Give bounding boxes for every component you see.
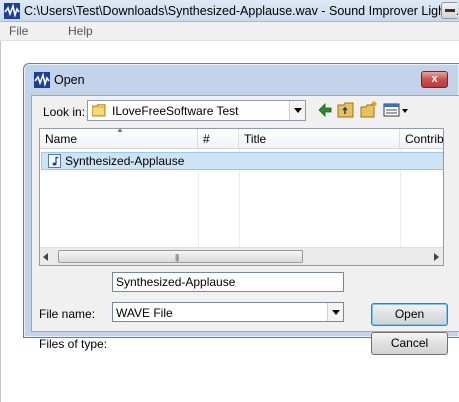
close-icon: x: [431, 73, 438, 85]
up-folder-icon[interactable]: [337, 101, 355, 119]
new-folder-icon[interactable]: [360, 101, 378, 119]
window-title: C:\Users\Test\Downloads\Synthesized-Appl…: [24, 4, 459, 18]
file-row[interactable]: Synthesized-Applause: [41, 152, 443, 170]
horizontal-scrollbar[interactable]: |||: [40, 247, 443, 265]
chevron-down-icon[interactable]: [289, 101, 305, 120]
open-dialog: Open x Look in: ILoveFreeSoftware Test N…: [23, 63, 459, 355]
look-in-value: ILoveFreeSoftware Test: [112, 104, 239, 118]
column-label: #: [203, 132, 210, 146]
file-type-label: Files of type:: [39, 337, 108, 351]
look-in-dropdown[interactable]: ILoveFreeSoftware Test: [87, 100, 306, 121]
waveform-app-icon: [4, 3, 20, 19]
close-button[interactable]: x: [421, 71, 448, 88]
scroll-thumb[interactable]: |||: [58, 250, 303, 263]
file-name-input[interactable]: [113, 273, 343, 291]
file-type-value: WAVE File: [116, 306, 173, 320]
column-header-contributing[interactable]: Contribu: [400, 129, 444, 149]
open-button[interactable]: Open: [371, 303, 448, 326]
folder-icon: [92, 104, 106, 117]
grip-icon: |||: [175, 253, 179, 262]
column-label: Name: [45, 132, 78, 146]
file-type-dropdown[interactable]: WAVE File: [112, 302, 344, 322]
audio-file-icon: [48, 154, 61, 168]
file-name-field[interactable]: [112, 272, 344, 292]
column-headers: Name ▲ # Title Contribu: [40, 129, 444, 149]
file-name-label: File name:: [39, 307, 96, 321]
chevron-down-icon[interactable]: [327, 303, 343, 321]
column-header-title[interactable]: Title: [239, 129, 400, 149]
menu-bar: File Help: [0, 22, 459, 41]
file-list[interactable]: Name ▲ # Title Contribu: [39, 128, 444, 266]
menu-help[interactable]: Help: [68, 24, 93, 38]
column-header-name[interactable]: Name ▲: [40, 129, 198, 149]
menu-file[interactable]: File: [9, 24, 28, 38]
look-in-label: Look in:: [43, 105, 86, 119]
dialog-body: Look in: ILoveFreeSoftware Test Name ▲ #…: [31, 95, 459, 355]
waveform-app-icon: [34, 72, 50, 88]
column-header-number[interactable]: #: [198, 129, 239, 149]
dialog-title: Open: [54, 73, 85, 87]
sort-ascending-icon: ▲: [116, 128, 124, 134]
column-label: Title: [244, 132, 267, 146]
main-window-titlebar: C:\Users\Test\Downloads\Synthesized-Appl…: [0, 0, 459, 22]
scroll-left-icon[interactable]: [43, 253, 48, 261]
scroll-right-icon[interactable]: [434, 253, 439, 261]
cancel-button[interactable]: Cancel: [371, 332, 448, 355]
minimize-button[interactable]: ▬: [441, 2, 457, 19]
column-label: Contribu: [405, 132, 444, 146]
file-name: Synthesized-Applause: [65, 154, 185, 168]
back-arrow-icon[interactable]: [316, 101, 334, 119]
view-menu-icon[interactable]: [383, 101, 409, 119]
